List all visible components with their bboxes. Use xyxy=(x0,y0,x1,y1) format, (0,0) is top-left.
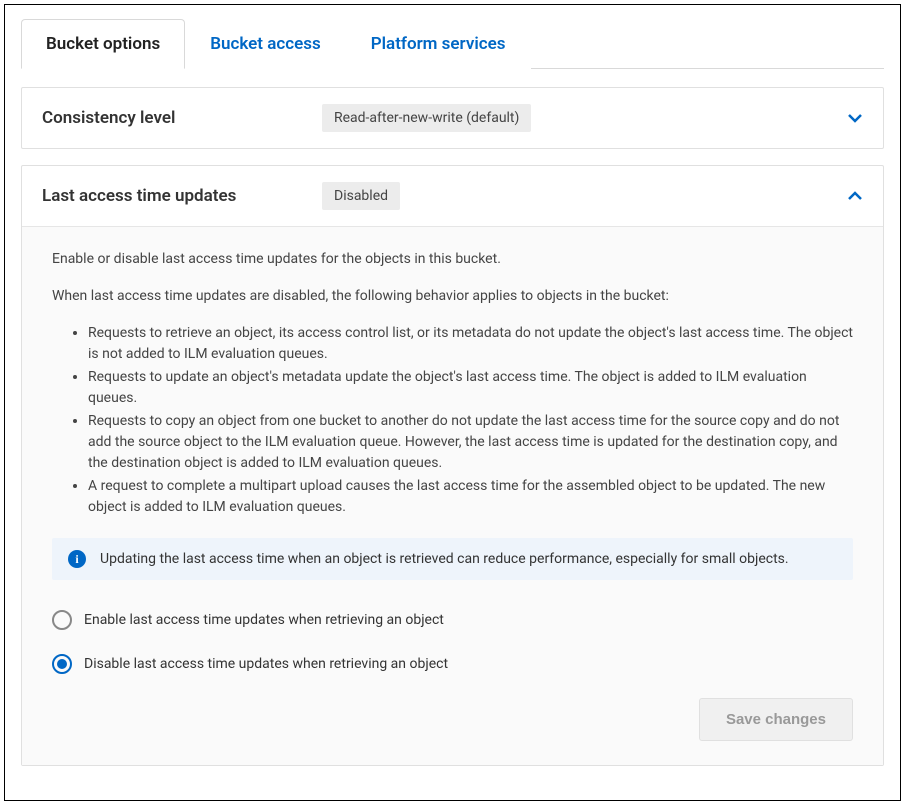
save-changes-button[interactable]: Save changes xyxy=(699,698,853,741)
consistency-panel: Consistency level Read-after-new-write (… xyxy=(21,87,884,149)
radio-label: Disable last access time updates when re… xyxy=(84,656,448,672)
radio-label: Enable last access time updates when ret… xyxy=(84,612,444,628)
list-item: A request to complete a multipart upload… xyxy=(88,476,853,518)
radio-input[interactable] xyxy=(52,654,72,674)
tab-bucket-options[interactable]: Bucket options xyxy=(21,19,185,69)
last-access-bullet-list: Requests to retrieve an object, its acce… xyxy=(88,323,853,518)
info-icon: i xyxy=(68,550,86,568)
last-access-panel-header[interactable]: Last access time updates Disabled xyxy=(22,166,883,226)
last-access-value-badge: Disabled xyxy=(322,182,400,210)
radio-disable-last-access[interactable]: Disable last access time updates when re… xyxy=(52,654,853,674)
consistency-panel-header[interactable]: Consistency level Read-after-new-write (… xyxy=(22,88,883,148)
list-item: Requests to copy an object from one buck… xyxy=(88,411,853,474)
chevron-down-icon xyxy=(847,110,863,126)
consistency-title: Consistency level xyxy=(42,108,322,128)
last-access-title: Last access time updates xyxy=(42,186,322,206)
last-access-panel-body: Enable or disable last access time updat… xyxy=(22,226,883,765)
info-note: i Updating the last access time when an … xyxy=(52,538,853,580)
radio-input[interactable] xyxy=(52,610,72,630)
tab-bar: Bucket options Bucket access Platform se… xyxy=(21,19,884,69)
list-item: Requests to update an object's metadata … xyxy=(88,367,853,409)
info-note-text: Updating the last access time when an ob… xyxy=(100,551,789,567)
tab-platform-services[interactable]: Platform services xyxy=(346,19,531,69)
chevron-up-icon xyxy=(847,188,863,204)
last-access-behavior-intro: When last access time updates are disabl… xyxy=(52,286,853,307)
page-container: Bucket options Bucket access Platform se… xyxy=(4,4,901,801)
actions-row: Save changes xyxy=(52,698,853,741)
list-item: Requests to retrieve an object, its acce… xyxy=(88,323,853,365)
tab-bucket-access[interactable]: Bucket access xyxy=(185,19,346,69)
last-access-intro: Enable or disable last access time updat… xyxy=(52,249,853,270)
last-access-panel: Last access time updates Disabled Enable… xyxy=(21,165,884,766)
consistency-value-badge: Read-after-new-write (default) xyxy=(322,104,531,132)
radio-enable-last-access[interactable]: Enable last access time updates when ret… xyxy=(52,610,853,630)
